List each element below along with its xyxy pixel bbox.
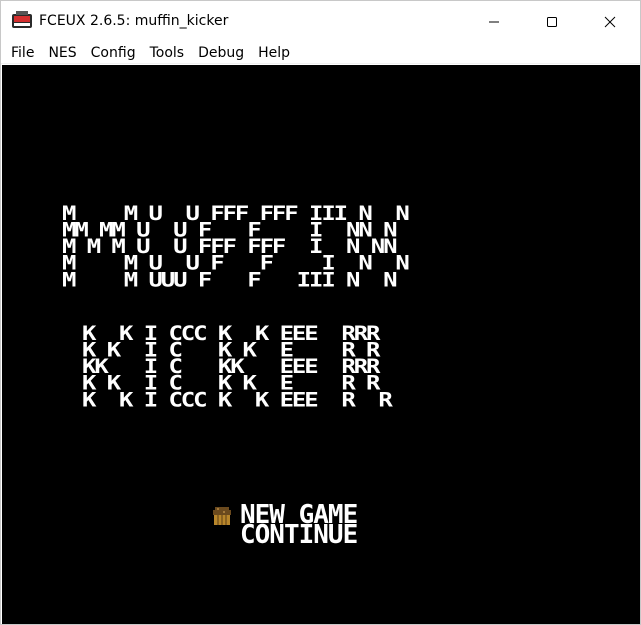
menu-bar: File NES Config Tools Debug Help	[1, 42, 640, 64]
close-icon	[604, 16, 616, 27]
menu-debug[interactable]: Debug	[191, 42, 251, 64]
maximize-button[interactable]	[529, 1, 575, 42]
menu-nes[interactable]: NES	[41, 42, 83, 64]
continue-option[interactable]: CONTINUE	[240, 522, 358, 548]
menu-file[interactable]: File	[4, 42, 41, 64]
close-button[interactable]	[587, 1, 633, 42]
menu-tools[interactable]: Tools	[143, 42, 192, 64]
game-title-kicker: K K I CCC K K EEE RRR K K I C K K E R R …	[82, 321, 393, 412]
minimize-icon	[489, 21, 499, 22]
emulator-window: FCEUX 2.6.5: muffin_kicker File NES Conf…	[0, 0, 641, 625]
maximize-icon	[547, 16, 557, 27]
window-title: FCEUX 2.6.5: muffin_kicker	[39, 13, 229, 29]
minimize-button[interactable]	[471, 1, 517, 42]
menu-help[interactable]: Help	[251, 42, 297, 64]
muffin-cursor-icon	[213, 507, 231, 525]
title-bar[interactable]: FCEUX 2.6.5: muffin_kicker	[1, 1, 640, 42]
game-screen[interactable]: M M U U FFF FFF III N N MM MM U U F F I …	[2, 65, 640, 624]
menu-config[interactable]: Config	[84, 42, 143, 64]
game-title-muffin: M M U U FFF FFF III N N MM MM U U F F I …	[62, 201, 410, 292]
fceux-app-icon	[12, 11, 32, 28]
